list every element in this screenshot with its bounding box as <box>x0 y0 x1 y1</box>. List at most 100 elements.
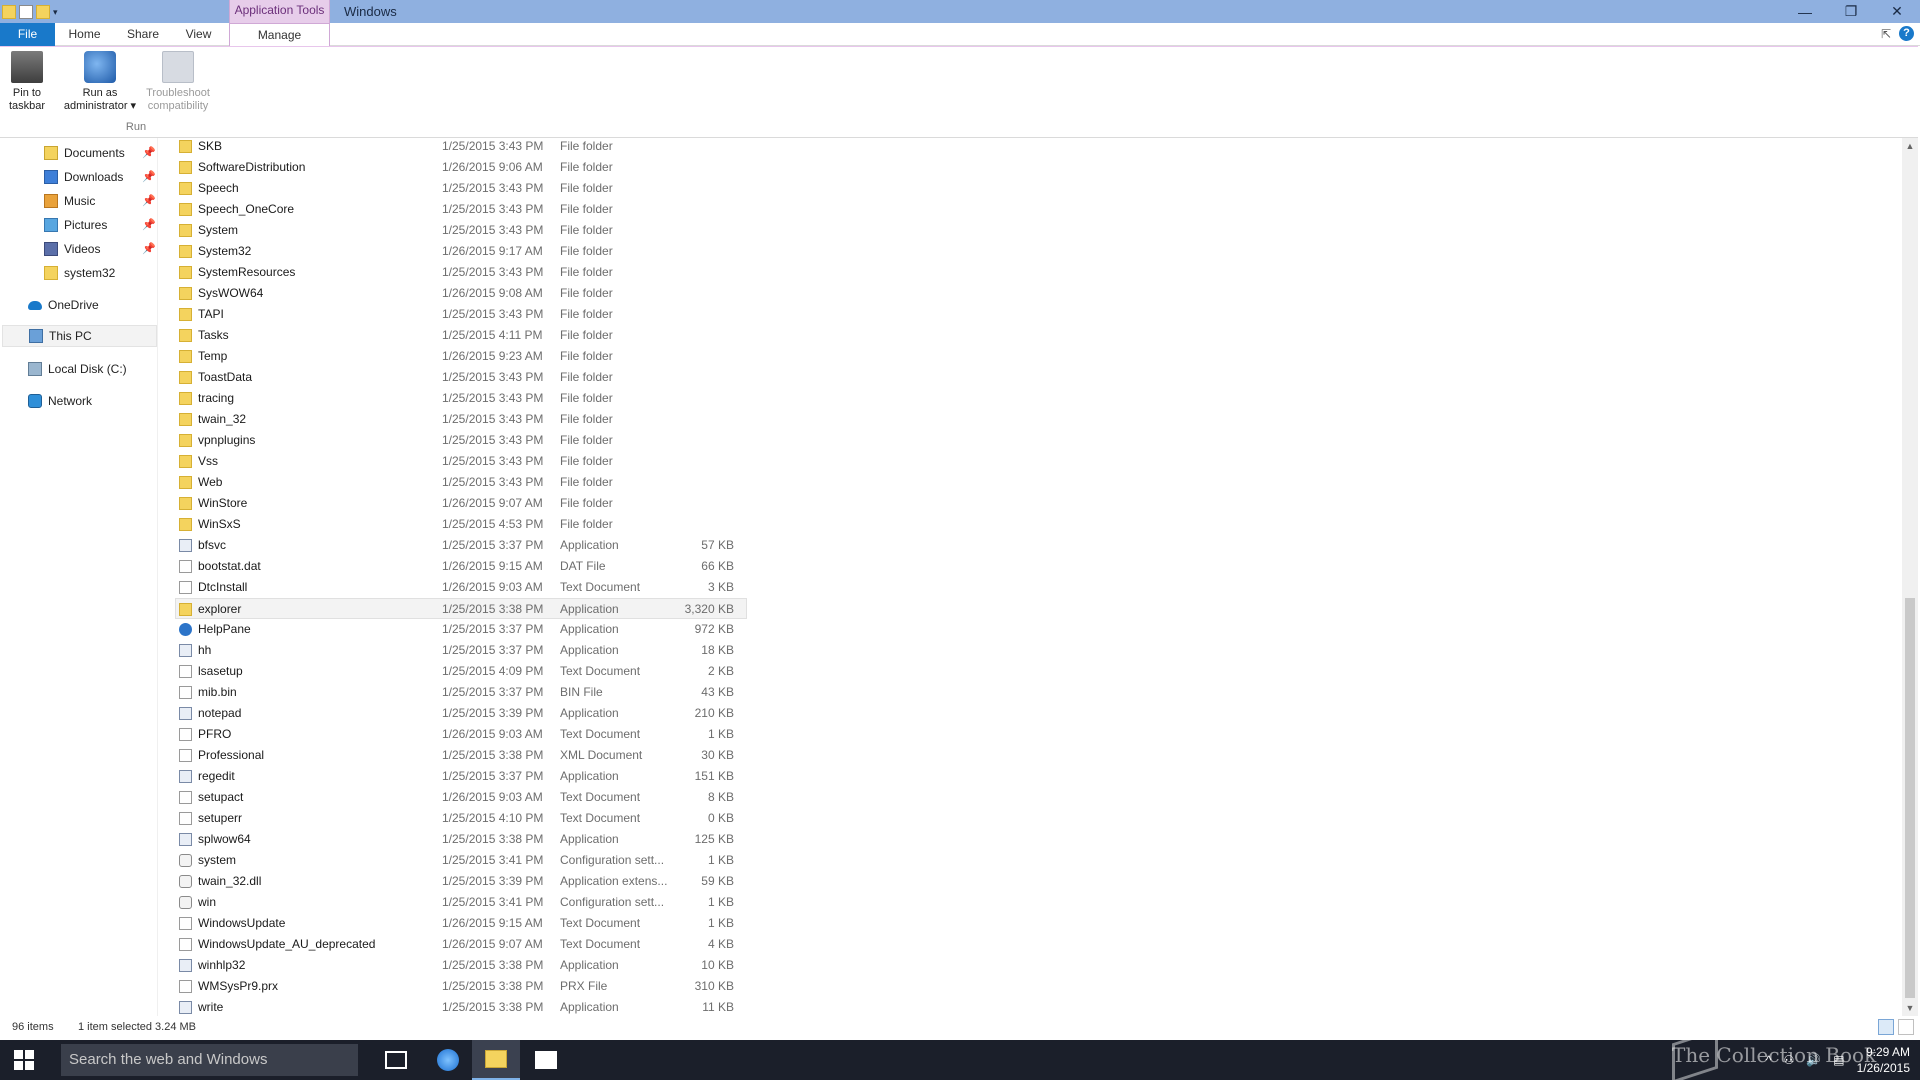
file-row[interactable]: Tasks 1/25/2015 4:11 PM File folder <box>176 325 746 346</box>
file-date-modified: 1/25/2015 3:43 PM <box>442 412 544 426</box>
doc-file-icon <box>179 938 192 951</box>
file-type: File folder <box>560 244 613 258</box>
large-icons-view-icon[interactable] <box>1898 1019 1914 1035</box>
scroll-down-arrow-icon[interactable]: ▼ <box>1902 1000 1918 1016</box>
taskbar-search-box[interactable]: Search the web and Windows <box>61 1044 358 1076</box>
file-row[interactable]: System 1/25/2015 3:43 PM File folder <box>176 220 746 241</box>
file-name: PFRO <box>198 727 232 741</box>
run-as-administrator-button[interactable]: Run as administrator ▾ <box>58 51 142 113</box>
nav-item-onedrive[interactable]: OneDrive <box>28 294 99 316</box>
nav-item-music[interactable]: Music 📌 <box>44 190 156 212</box>
file-row[interactable]: setupact 1/26/2015 9:03 AM Text Document 8 … <box>176 787 746 808</box>
file-row[interactable]: WMSysPr9.prx 1/25/2015 3:38 PM PRX File 310… <box>176 976 746 997</box>
close-button[interactable]: ✕ <box>1874 0 1920 23</box>
file-row[interactable]: win 1/25/2015 3:41 PM Configuration sett..… <box>176 892 746 913</box>
file-row[interactable]: regedit 1/25/2015 3:37 PM Application 151 K… <box>176 766 746 787</box>
file-date-modified: 1/25/2015 3:43 PM <box>442 454 544 468</box>
start-button[interactable] <box>0 1040 48 1080</box>
pin-to-taskbar-button[interactable]: Pin to taskbar <box>4 51 50 113</box>
folder-file-icon <box>179 182 192 195</box>
tab-manage[interactable]: Manage <box>229 23 330 46</box>
store-button[interactable] <box>522 1040 570 1080</box>
properties-icon[interactable] <box>19 5 33 19</box>
troubleshoot-compatibility-button[interactable]: Troubleshoot compatibility <box>138 51 218 113</box>
minimize-ribbon-icon[interactable]: ⇱ <box>1881 27 1891 41</box>
file-row[interactable]: PFRO 1/26/2015 9:03 AM Text Document 1 KB <box>176 724 746 745</box>
minimize-button[interactable]: — <box>1782 0 1828 23</box>
file-row[interactable]: SystemResources 1/25/2015 3:43 PM File fol… <box>176 262 746 283</box>
file-row[interactable]: TAPI 1/25/2015 3:43 PM File folder <box>176 304 746 325</box>
file-row[interactable]: SKB 1/25/2015 3:43 PM File folder <box>176 136 746 157</box>
file-row[interactable]: ToastData 1/25/2015 3:43 PM File folder <box>176 367 746 388</box>
help-icon[interactable]: ? <box>1899 26 1914 41</box>
file-row[interactable]: WindowsUpdate_AU_deprecated 1/26/2015 9:0… <box>176 934 746 955</box>
file-row[interactable]: bfsvc 1/25/2015 3:37 PM Application 57 KB <box>176 535 746 556</box>
file-row[interactable]: Speech_OneCore 1/25/2015 3:43 PM File fold… <box>176 199 746 220</box>
file-row[interactable]: HelpPane 1/25/2015 3:37 PM Application 972 … <box>176 619 746 640</box>
file-row[interactable]: SoftwareDistribution 1/26/2015 9:06 AM Fil… <box>176 157 746 178</box>
nav-item-downloads[interactable]: Downloads 📌 <box>44 166 156 188</box>
file-type: Application <box>560 643 619 657</box>
file-type: Application <box>560 1000 619 1014</box>
file-date-modified: 1/26/2015 9:15 AM <box>442 916 543 930</box>
file-row[interactable]: vpnplugins 1/25/2015 3:43 PM File folder <box>176 430 746 451</box>
pin-icon: 📌 <box>142 195 156 207</box>
file-row[interactable]: WinStore 1/26/2015 9:07 AM File folder <box>176 493 746 514</box>
doc-file-icon <box>179 749 192 762</box>
file-row[interactable]: system 1/25/2015 3:41 PM Configuration set… <box>176 850 746 871</box>
app-file-icon <box>179 833 192 846</box>
file-row[interactable]: Vss 1/25/2015 3:43 PM File folder <box>176 451 746 472</box>
vertical-scrollbar[interactable]: ▲ ▼ <box>1902 138 1918 1016</box>
file-row[interactable]: splwow64 1/25/2015 3:38 PM Application 125 … <box>176 829 746 850</box>
file-row[interactable]: bootstat.dat 1/26/2015 9:15 AM DAT File 66 … <box>176 556 746 577</box>
pin-to-taskbar-label-2: taskbar <box>8 100 46 112</box>
app-file-icon <box>179 539 192 552</box>
nav-item-local-disk[interactable]: Local Disk (C:) <box>28 358 127 380</box>
file-row[interactable]: hh 1/25/2015 3:37 PM Application 18 KB <box>176 640 746 661</box>
scrollbar-thumb[interactable] <box>1905 598 1915 998</box>
file-row[interactable]: mib.bin 1/25/2015 3:37 PM BIN File 43 KB <box>176 682 746 703</box>
nav-item-system32[interactable]: system32 <box>44 262 115 284</box>
file-row[interactable]: WinSxS 1/25/2015 4:53 PM File folder <box>176 514 746 535</box>
file-row[interactable]: WindowsUpdate 1/26/2015 9:15 AM Text Docum… <box>176 913 746 934</box>
scroll-up-arrow-icon[interactable]: ▲ <box>1902 138 1918 154</box>
file-row[interactable]: winhlp32 1/25/2015 3:38 PM Application 10 K… <box>176 955 746 976</box>
file-row[interactable]: explorer 1/25/2015 3:38 PM Application 3,32… <box>175 598 747 619</box>
file-row[interactable]: notepad 1/25/2015 3:39 PM Application 210 K… <box>176 703 746 724</box>
nav-item-pictures[interactable]: Pictures 📌 <box>44 214 156 236</box>
customize-qat-chevron-icon[interactable]: ▾ <box>53 7 58 18</box>
file-name: regedit <box>198 769 235 783</box>
file-row[interactable]: Temp 1/26/2015 9:23 AM File folder <box>176 346 746 367</box>
tab-share[interactable]: Share <box>118 23 168 46</box>
internet-explorer-button[interactable] <box>424 1040 472 1080</box>
file-row[interactable]: twain_32.dll 1/25/2015 3:39 PM Application… <box>176 871 746 892</box>
file-row[interactable]: DtcInstall 1/26/2015 9:03 AM Text Document… <box>176 577 746 598</box>
file-row[interactable]: Speech 1/25/2015 3:43 PM File folder <box>176 178 746 199</box>
nav-item-videos[interactable]: Videos 📌 <box>44 238 156 260</box>
file-row[interactable]: lsasetup 1/25/2015 4:09 PM Text Document 2 … <box>176 661 746 682</box>
file-row[interactable]: twain_32 1/25/2015 3:43 PM File folder <box>176 409 746 430</box>
file-row[interactable]: Professional 1/25/2015 3:38 PM XML Documen… <box>176 745 746 766</box>
restore-button[interactable]: ❐ <box>1828 0 1874 23</box>
app-file-icon <box>179 959 192 972</box>
file-row[interactable]: tracing 1/25/2015 3:43 PM File folder <box>176 388 746 409</box>
nav-item-documents[interactable]: Documents 📌 <box>44 142 156 164</box>
tab-file[interactable]: File <box>0 23 55 46</box>
file-row[interactable]: Web 1/25/2015 3:43 PM File folder <box>176 472 746 493</box>
nav-item-network[interactable]: Network <box>28 390 92 412</box>
file-name: WindowsUpdate_AU_deprecated <box>198 937 376 951</box>
file-size: 1 KB <box>707 727 734 741</box>
new-folder-icon[interactable] <box>36 5 50 19</box>
tab-view[interactable]: View <box>176 23 221 46</box>
nav-item-this-pc[interactable]: This PC <box>2 325 157 347</box>
file-row[interactable]: write 1/25/2015 3:38 PM Application 11 KB <box>176 997 746 1018</box>
file-explorer-button[interactable] <box>472 1040 520 1080</box>
doc-file-icon <box>179 980 192 993</box>
details-view-icon[interactable] <box>1878 1019 1894 1035</box>
tab-home[interactable]: Home <box>62 23 107 46</box>
file-type: Application <box>560 706 619 720</box>
file-row[interactable]: System32 1/26/2015 9:17 AM File folder <box>176 241 746 262</box>
task-view-button[interactable] <box>372 1040 420 1080</box>
file-row[interactable]: SysWOW64 1/26/2015 9:08 AM File folder <box>176 283 746 304</box>
file-row[interactable]: setuperr 1/25/2015 4:10 PM Text Document 0 … <box>176 808 746 829</box>
